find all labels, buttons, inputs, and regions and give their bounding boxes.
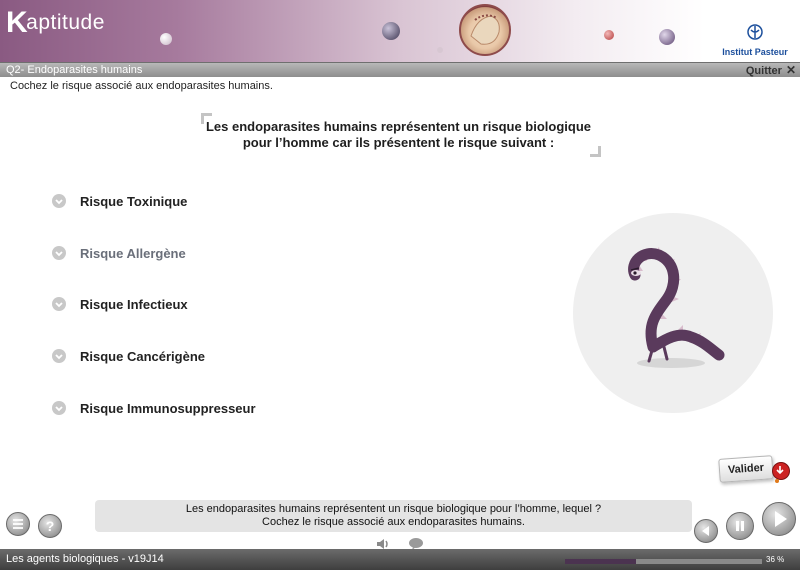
logo-k: K (6, 6, 29, 39)
tip-line: Cochez le risque associé aux endoparasit… (262, 516, 525, 528)
pause-icon (736, 521, 744, 531)
checkmark-icon (52, 246, 66, 260)
progress-bar (565, 559, 762, 564)
course-title: Les agents biologiques - v19J14 (6, 553, 164, 565)
checkmark-icon (52, 194, 66, 208)
question-statement: Les endoparasites humains représentent u… (196, 115, 601, 155)
tip-line: Les endoparasites humains représentent u… (185, 503, 602, 515)
tip-box: Les endoparasites humains représentent u… (95, 500, 692, 532)
title-bar: Q2- Endoparasites humains Quitter ✕ (0, 62, 800, 77)
pasteur-emblem-icon (747, 24, 763, 40)
option-risque-toxinique[interactable]: Risque Toxinique (52, 190, 187, 212)
quit-label: Quitter (745, 65, 782, 77)
illustration-circle (573, 213, 773, 413)
decor-bubble-icon (437, 47, 443, 53)
option-risque-infectieux[interactable]: Risque Infectieux (52, 293, 188, 315)
help-button[interactable]: ? (38, 514, 62, 538)
decor-dot-icon (775, 479, 779, 483)
medallion-icon (459, 4, 511, 56)
validate-arrow-icon[interactable] (772, 462, 790, 480)
checkmark-icon (52, 401, 66, 415)
option-risque-cancerigene[interactable]: Risque Cancérigène (52, 345, 205, 367)
header-banner: Kaptitude Institut Pasteur (0, 0, 800, 62)
quote-corner-icon (590, 146, 601, 157)
triangle-left-icon (702, 526, 709, 536)
option-label: Risque Immunosuppresseur (80, 400, 256, 416)
option-label: Risque Cancérigène (80, 348, 205, 364)
play-icon (775, 511, 787, 527)
pause-button[interactable] (726, 512, 754, 540)
option-label: Risque Allergène (80, 245, 186, 261)
next-button[interactable] (762, 502, 796, 536)
footer-bar: Les agents biologiques - v19J14 36 % (0, 549, 800, 570)
statement-line: pour l’homme car ils présentent le risqu… (242, 135, 555, 150)
list-icon (13, 519, 23, 529)
kaptitude-logo: Kaptitude (6, 6, 105, 40)
progress-percent: 36 % (766, 555, 785, 564)
instruction-text: Cochez le risque associé aux endoparasit… (10, 80, 273, 92)
option-risque-allergene[interactable]: Risque Allergène (52, 242, 186, 264)
question-mark-icon: ? (46, 518, 55, 534)
option-risque-immunosuppresseur[interactable]: Risque Immunosuppresseur (52, 397, 256, 419)
validate-button[interactable]: Valider (718, 455, 774, 483)
checkmark-icon (52, 349, 66, 363)
decor-bubble-icon (160, 33, 172, 45)
statement-line: Les endoparasites humains représentent u… (205, 119, 592, 134)
decor-bubble-icon (604, 30, 614, 40)
institut-pasteur-logo: Institut Pasteur (720, 24, 790, 57)
progress-fill (565, 559, 636, 564)
parasite-worm-icon (628, 247, 725, 368)
svg-text:?: ? (46, 518, 55, 534)
decor-bubble-icon (382, 22, 400, 40)
partner-name: Institut Pasteur (722, 47, 788, 57)
close-icon: ✕ (785, 63, 796, 77)
decor-bubble-icon (659, 29, 675, 45)
previous-button[interactable] (694, 519, 718, 543)
menu-button[interactable] (6, 512, 30, 536)
option-label: Risque Infectieux (80, 296, 188, 312)
quit-button[interactable]: Quitter ✕ (746, 63, 796, 78)
checkmark-icon (52, 297, 66, 311)
question-title: Q2- Endoparasites humains (6, 64, 143, 76)
logo-text: aptitude (26, 11, 105, 34)
option-label: Risque Toxinique (80, 193, 188, 209)
